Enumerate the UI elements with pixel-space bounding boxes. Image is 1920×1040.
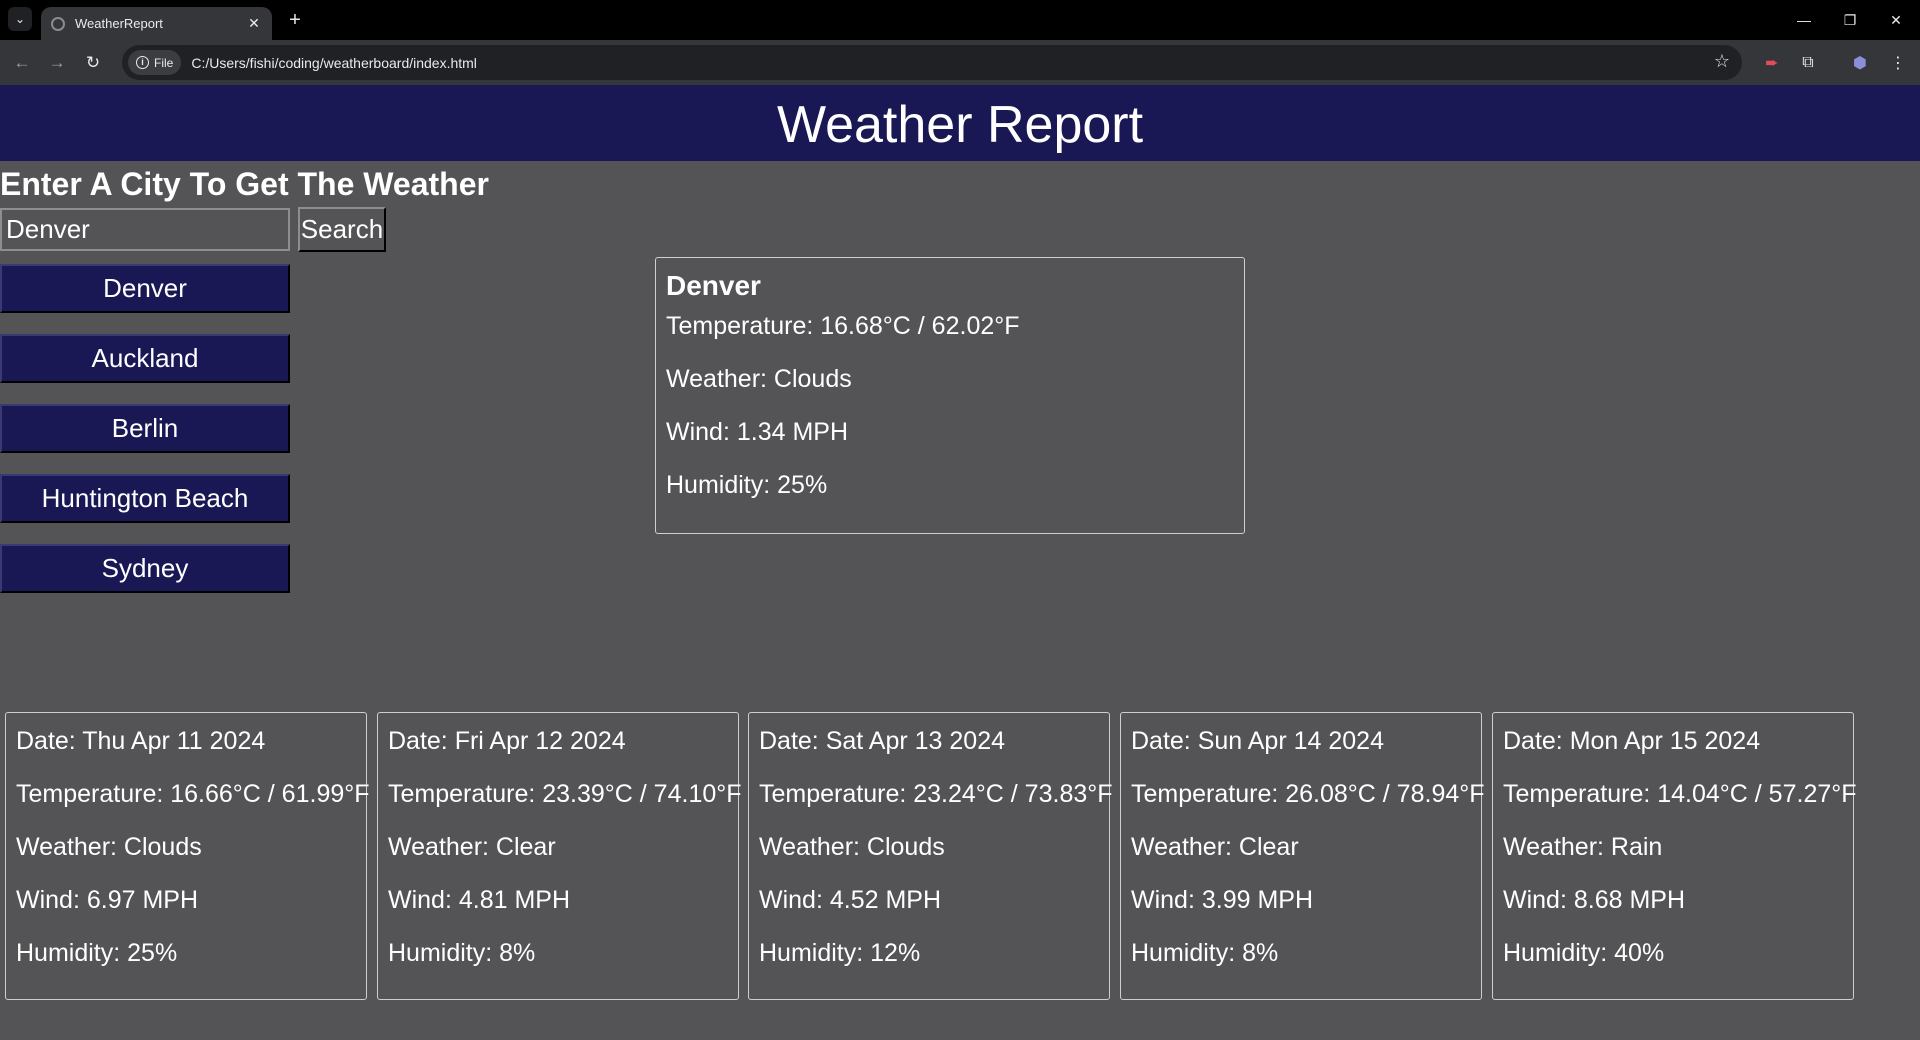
forecast-card: Date: Fri Apr 12 2024 Temperature: 23.39… — [377, 712, 742, 1000]
forecast-humidity: Humidity: 25% — [16, 939, 178, 967]
forecast-weather: Weather: Clear — [1131, 833, 1299, 861]
tab-title: WeatherReport — [75, 16, 163, 31]
forecast-wind: Wind: 4.81 MPH — [388, 886, 571, 914]
history-city-button[interactable]: Sydney — [0, 544, 290, 593]
site-info-chip[interactable]: i File — [128, 50, 182, 75]
forecast-date: Date: Sun Apr 14 2024 — [1131, 727, 1384, 755]
browser-tab[interactable]: WeatherReport ✕ — [41, 7, 272, 40]
forecast-card: Date: Sun Apr 14 2024 Temperature: 26.08… — [1120, 712, 1485, 1000]
minimize-icon[interactable]: — — [1782, 0, 1826, 40]
search-heading: Enter A City To Get The Weather — [0, 166, 489, 202]
extension-record-icon[interactable]: ➨ — [1760, 51, 1784, 75]
current-city-name: Denver — [666, 270, 761, 301]
restore-icon[interactable]: ❐ — [1828, 0, 1872, 40]
search-button[interactable]: Search — [298, 207, 386, 252]
browser-toolbar: ← → ↻ i File C:/Users/fishi/coding/weath… — [0, 40, 1920, 85]
forecast-date: Date: Fri Apr 12 2024 — [388, 727, 626, 755]
forecast-wind: Wind: 3.99 MPH — [1131, 886, 1314, 914]
forecast-temperature: Temperature: 23.39°C / 74.10°F — [388, 780, 742, 808]
globe-icon — [51, 16, 65, 31]
forecast-temperature: Temperature: 23.24°C / 73.83°F — [759, 780, 1113, 808]
forecast-humidity: Humidity: 12% — [759, 939, 921, 967]
forecast-temperature: Temperature: 16.66°C / 61.99°F — [16, 780, 370, 808]
browser-menu-icon[interactable]: ⋮ — [1886, 51, 1910, 75]
history-city-button[interactable]: Auckland — [0, 334, 290, 383]
forecast-weather: Weather: Clouds — [759, 833, 945, 861]
city-search-input[interactable] — [0, 208, 290, 251]
forecast-humidity: Humidity: 8% — [1131, 939, 1279, 967]
current-humidity: Humidity: 25% — [666, 471, 828, 499]
extensions-puzzle-icon[interactable]: ⧉ — [1796, 51, 1820, 75]
forecast-weather: Weather: Rain — [1503, 833, 1663, 861]
forecast-date: Date: Sat Apr 13 2024 — [759, 727, 1006, 755]
site-chip-label: File — [154, 55, 174, 70]
forecast-wind: Wind: 4.52 MPH — [759, 886, 942, 914]
profile-avatar-icon[interactable]: ⬢ — [1848, 51, 1872, 75]
close-tab-icon[interactable]: ✕ — [246, 15, 262, 32]
page-content: Weather Report Enter A City To Get The W… — [0, 85, 1920, 1040]
forecast-temperature: Temperature: 14.04°C / 57.27°F — [1503, 780, 1857, 808]
forecast-wind: Wind: 8.68 MPH — [1503, 886, 1686, 914]
bookmark-star-icon[interactable]: ☆ — [1714, 51, 1730, 72]
forecast-card: Date: Thu Apr 11 2024 Temperature: 16.66… — [5, 712, 370, 1000]
forecast-humidity: Humidity: 40% — [1503, 939, 1665, 967]
history-city-button[interactable]: Huntington Beach — [0, 474, 290, 523]
forecast-weather: Weather: Clouds — [16, 833, 202, 861]
back-arrow-icon[interactable]: ← — [9, 50, 35, 76]
forecast-temperature: Temperature: 26.08°C / 78.94°F — [1131, 780, 1485, 808]
forecast-date: Date: Thu Apr 11 2024 — [16, 727, 266, 755]
forecast-humidity: Humidity: 8% — [388, 939, 536, 967]
reload-icon[interactable]: ↻ — [80, 50, 106, 76]
new-tab-plus-icon[interactable]: + — [283, 8, 307, 32]
page-title: Weather Report — [776, 96, 1144, 154]
url-text[interactable]: C:/Users/fishi/coding/weatherboard/index… — [191, 55, 477, 71]
forecast-card: Date: Sat Apr 13 2024 Temperature: 23.24… — [748, 712, 1113, 1000]
forward-arrow-icon[interactable]: → — [44, 50, 70, 76]
current-weather: Weather: Clouds — [666, 365, 852, 393]
current-weather-card: Denver Temperature: 16.68°C / 62.02°F We… — [655, 257, 1245, 534]
forecast-date: Date: Mon Apr 15 2024 — [1503, 727, 1761, 755]
browser-tabstrip: ⌄ WeatherReport ✕ + — ❐ ✕ — [0, 0, 1920, 40]
address-bar[interactable]: i File C:/Users/fishi/coding/weatherboar… — [122, 45, 1742, 80]
forecast-weather: Weather: Clear — [388, 833, 556, 861]
window-close-icon[interactable]: ✕ — [1874, 0, 1918, 40]
info-icon: i — [136, 56, 149, 69]
forecast-wind: Wind: 6.97 MPH — [16, 886, 199, 914]
tab-search-chevron-icon[interactable]: ⌄ — [8, 7, 32, 31]
history-city-button[interactable]: Berlin — [0, 404, 290, 453]
forecast-card: Date: Mon Apr 15 2024 Temperature: 14.04… — [1492, 712, 1857, 1000]
current-wind: Wind: 1.34 MPH — [666, 418, 849, 446]
history-city-button[interactable]: Denver — [0, 264, 290, 313]
app-header: Weather Report — [0, 85, 1920, 161]
current-temperature: Temperature: 16.68°C / 62.02°F — [666, 312, 1020, 340]
